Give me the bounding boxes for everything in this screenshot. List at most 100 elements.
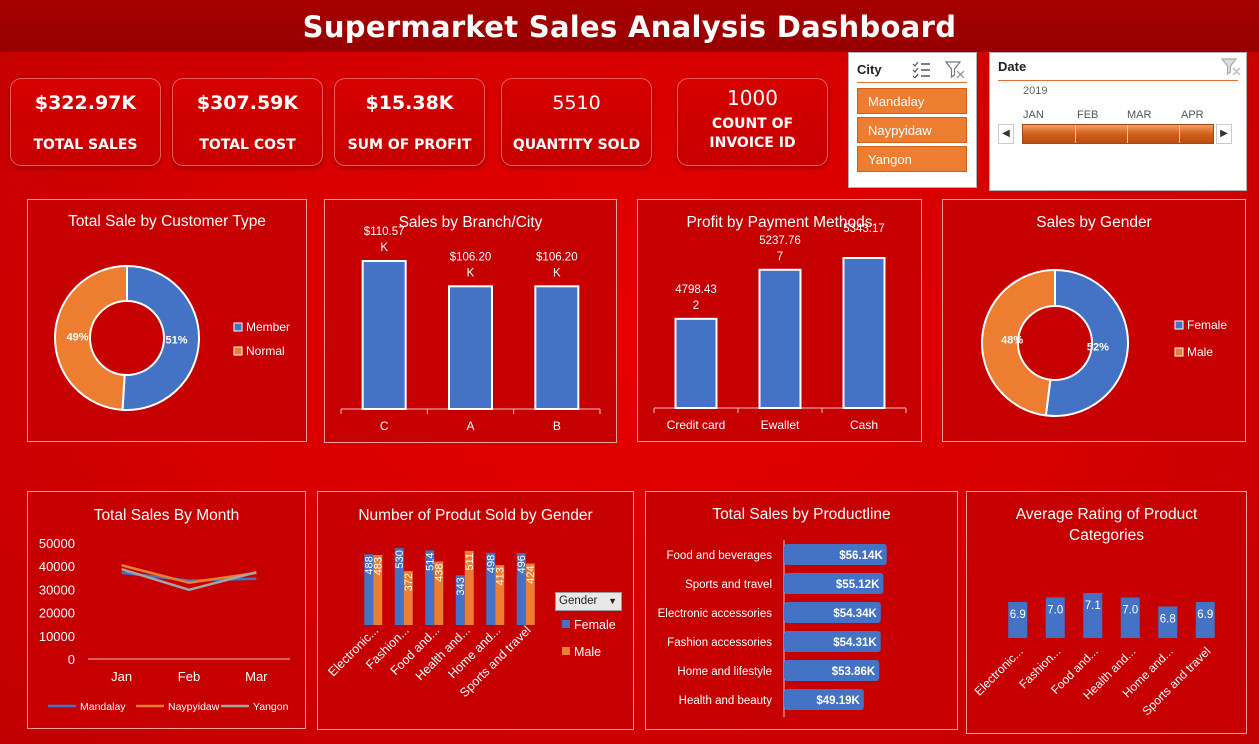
kpi-label: SUM OF PROFIT	[347, 137, 472, 153]
kpi-value: 1000	[727, 86, 778, 110]
legend-swatch-member	[233, 322, 243, 332]
bar-b	[534, 285, 580, 410]
rating-bar-chart: 6.9Electronic...7.0Fashion...7.1Food and…	[972, 593, 1215, 718]
data-label: 5237.76	[759, 235, 801, 247]
data-label: 7.1	[1085, 600, 1101, 612]
x-tick-label: C	[380, 419, 389, 433]
data-label: K	[467, 267, 475, 279]
kpi-value: $307.59K	[196, 92, 299, 114]
legend-label-normal: Normal	[246, 344, 285, 358]
x-tick-label: A	[466, 419, 474, 433]
productline-bar-chart: $56.14K Food and beverages $55.12K Sports a…	[658, 540, 887, 717]
date-slicer: Date 2019 JAN FEB MAR APR ◀ ▶	[989, 52, 1247, 191]
x-tick-label: Jan	[111, 669, 132, 684]
data-label: 7.0	[1047, 605, 1063, 617]
customer-type-donut: 51% 49% Member Normal	[54, 264, 290, 411]
y-tick-label: Food and beverages	[667, 550, 773, 562]
x-tick-label: Credit card	[667, 418, 726, 432]
x-tick-label: B	[553, 419, 561, 433]
city-option-mandalay[interactable]: Mandalay	[857, 88, 967, 114]
y-tick-label: 30000	[39, 582, 75, 597]
kpi-value: 5510	[552, 92, 601, 114]
y-tick-label: 50000	[39, 536, 75, 551]
data-label: 483	[373, 557, 385, 575]
x-tick-label: Mar	[245, 669, 268, 684]
y-tick-label: Home and lifestyle	[677, 666, 772, 678]
city-option-yangon[interactable]: Yangon	[857, 146, 967, 172]
timeline-year: 2019	[1023, 85, 1048, 97]
bar-ewallet	[758, 268, 802, 409]
bar-c	[361, 260, 407, 410]
date-slicer-header: Date	[998, 59, 1238, 81]
y-tick-label: Sports and travel	[685, 579, 772, 591]
y-tick-label: 40000	[39, 559, 75, 574]
data-label: $49.19K	[816, 695, 860, 707]
donut-slice-member	[121, 264, 200, 411]
x-tick-label: Ewallet	[761, 418, 800, 432]
branch-bar-chart: $110.57 K C $106.20 K A $106.20 K B	[340, 226, 601, 433]
city-slicer-title: City	[857, 62, 882, 77]
scroll-right-icon[interactable]: ▶	[1216, 124, 1232, 144]
legend-label-male: Male	[1187, 345, 1213, 359]
data-label: 6.9	[1197, 609, 1213, 621]
legend-swatch-male	[1174, 347, 1184, 357]
kpi-label: COUNT OF INVOICE ID	[678, 115, 827, 153]
data-label: 511	[464, 553, 476, 571]
slice-label: 48%	[1001, 335, 1023, 347]
kpi-quantity-sold: 5510 QUANTITY SOLD	[501, 78, 652, 166]
chart-gender: Sales by Gender 52% 48% Female Male	[942, 199, 1246, 442]
dashboard-title: Supermarket Sales Analysis Dashboard	[0, 0, 1259, 52]
legend-swatch-female	[562, 620, 570, 628]
data-label: $53.86K	[832, 666, 876, 678]
legend-swatch-normal	[233, 346, 243, 356]
data-label: 372	[403, 573, 415, 591]
data-label: 413	[495, 567, 507, 585]
data-label: 2	[693, 300, 699, 312]
gender-filter-label: Gender	[559, 595, 598, 607]
multi-select-icon[interactable]	[911, 60, 931, 78]
kpi-value: $322.97K	[34, 92, 137, 114]
data-label: 7	[777, 251, 783, 263]
data-label: $110.57	[364, 226, 405, 238]
chart-branch: Sales by Branch/City $110.57 K C $106.20 K A $…	[324, 199, 617, 443]
kpi-total-cost: $307.59K TOTAL COST	[172, 78, 323, 166]
legend-swatch-male	[562, 647, 570, 655]
timeline-month-apr: APR	[1181, 109, 1204, 121]
kpi-label: TOTAL COST	[199, 137, 296, 153]
bar-cash	[842, 257, 886, 409]
dropdown-icon: ▼	[608, 596, 617, 606]
data-label: K	[380, 242, 388, 254]
clear-filter-icon[interactable]	[1220, 57, 1242, 75]
y-tick-label: 20000	[39, 606, 75, 621]
legend-label-male: Male	[574, 645, 601, 659]
data-label: 530	[394, 550, 406, 568]
kpi-total-sales: $322.97K TOTAL SALES	[10, 78, 161, 166]
data-label: $106.20	[450, 251, 492, 263]
legend-label-female: Female	[574, 618, 616, 632]
chart-rating: Average Rating of Product Categories 6.9…	[966, 491, 1247, 734]
monthly-line-chart: 50000 40000 30000 20000 10000 0 Jan Feb Mar Manda…	[39, 536, 290, 713]
data-label: K	[553, 267, 561, 279]
kpi-label: TOTAL SALES	[33, 137, 138, 153]
legend-label-yangon: Yangon	[253, 701, 289, 713]
legend-swatch-female	[1174, 320, 1184, 330]
chart-productline: Total Sales by Productline $56.14K Food a…	[645, 491, 958, 730]
chart-product-gender: Number of Produt Sold by Gender 488 483 El…	[317, 491, 634, 730]
x-tick-label: Cash	[850, 418, 878, 432]
timeline-month-feb: FEB	[1077, 109, 1099, 121]
legend-label-mandalay: Mandalay	[80, 701, 126, 713]
timeline-bar[interactable]	[1022, 124, 1214, 144]
city-option-naypyidaw[interactable]: Naypyidaw	[857, 117, 967, 143]
y-tick-label: 10000	[39, 629, 75, 644]
gender-filter-button[interactable]: Gender ▼	[555, 592, 622, 611]
legend-label-member: Member	[246, 320, 290, 334]
clear-filter-icon[interactable]	[944, 60, 966, 78]
timeline-month-mar: MAR	[1127, 109, 1152, 121]
bar-credit-card	[674, 317, 718, 409]
kpi-value: $15.38K	[365, 92, 454, 114]
chart-monthly: Total Sales By Month 50000 40000 30000 2000…	[27, 491, 306, 729]
data-label: 7.0	[1122, 605, 1138, 617]
x-tick-label: Electronic...	[972, 644, 1026, 698]
scroll-left-icon[interactable]: ◀	[998, 124, 1014, 144]
y-tick-label: 0	[68, 652, 75, 667]
